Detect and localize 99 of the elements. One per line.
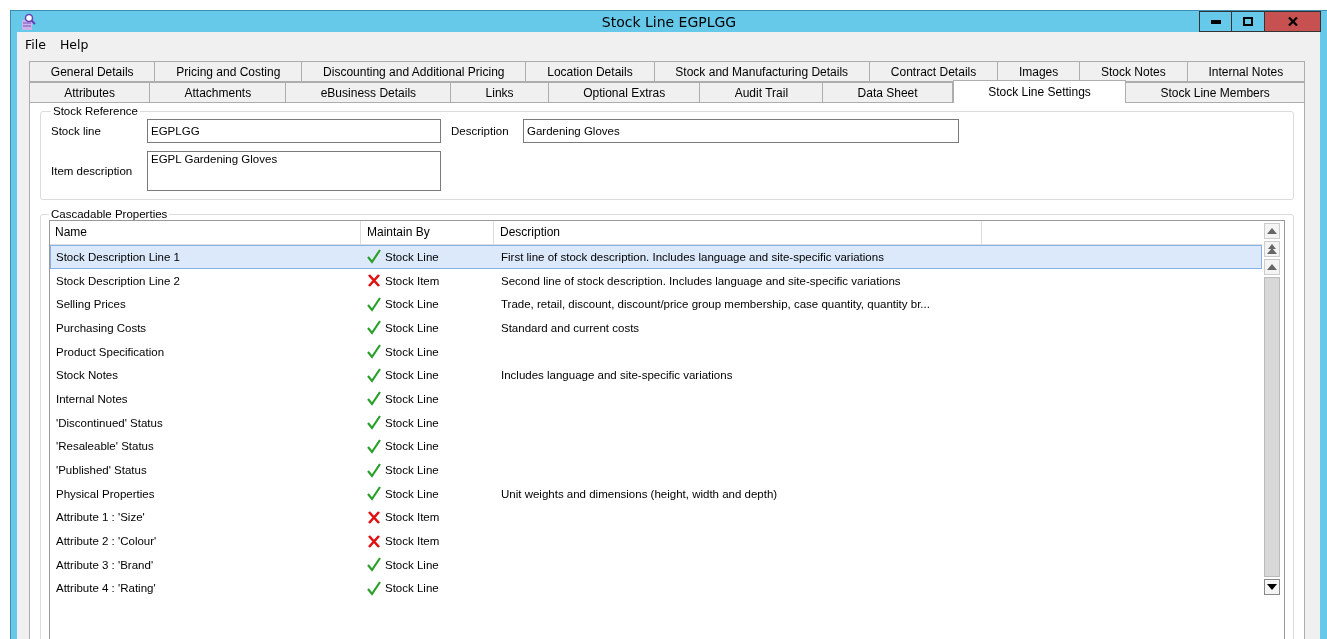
column-header[interactable]: Name	[50, 221, 361, 244]
table-row[interactable]: Product Specification Stock Line	[50, 339, 1262, 364]
table-row[interactable]: Physical Properties Stock Line Unit weights and dimensions (height, width and depth)	[50, 481, 1262, 506]
minimize-button[interactable]	[1199, 11, 1232, 32]
table-row[interactable]: Attribute 4 : 'Rating' Stock Line	[50, 576, 1262, 601]
scrollbar-track[interactable]	[1264, 277, 1280, 577]
table-cell-text: Unit weights and dimensions (height, width and depth)	[500, 487, 778, 500]
input-field[interactable]: Gardening Gloves	[523, 119, 959, 143]
table-row[interactable]: 'Resaleable' Status Stock Line	[50, 434, 1262, 459]
table-cell-text: Stock Description Line 2	[55, 274, 181, 287]
tab[interactable]: Attributes	[29, 82, 151, 103]
table-cell-text: Includes language and site-specific variations	[500, 369, 733, 382]
table-cell: Stock Line	[385, 416, 439, 429]
table-cell-text: 'Discontinued' Status	[55, 416, 164, 429]
scroll-down-button[interactable]	[1264, 579, 1280, 595]
maximize-button[interactable]	[1232, 11, 1265, 32]
table-row[interactable]: Purchasing Costs Stock Line Standard and current costs	[50, 316, 1262, 340]
table-cell-text: Second line of stock description. Includes language and site-specific variations	[500, 274, 901, 287]
column-header[interactable]: Description	[494, 221, 982, 244]
double-up-arrow-icon	[1267, 244, 1277, 254]
table-cell: Stock Line	[385, 440, 439, 453]
table-cell-text: Attribute 4 : 'Rating'	[55, 582, 157, 595]
table-row[interactable]: Stock Description Line 2 Stock Item Second line of stock description. Includes language and site-specific variations	[50, 268, 1262, 293]
table-row[interactable]: Selling Prices Stock Line Trade, retail, discount, discount/price group membership, case quantity, quantity br...	[50, 292, 1262, 317]
field-label: Description	[450, 125, 510, 137]
table-cell-text: Physical Properties	[55, 487, 156, 500]
tab[interactable]: Attachments	[150, 82, 287, 103]
table-cell: Stock Line	[385, 392, 439, 405]
input-field[interactable]: EGPLGG	[147, 119, 441, 143]
table-cell-text: Internal Notes	[55, 392, 129, 405]
tab[interactable]: Links	[451, 82, 549, 103]
close-icon	[1287, 17, 1298, 26]
up-arrow-icon	[1267, 228, 1277, 234]
tab[interactable]: Stock and Manufacturing Details	[654, 61, 870, 82]
table-row[interactable]: Stock Notes Stock Line Includes language and site-specific variations	[50, 363, 1262, 388]
group-title: Cascadable Properties	[50, 208, 169, 220]
tab[interactable]: Optional Extras	[548, 82, 701, 103]
window-title: Stock Line EGPLGG	[601, 13, 737, 30]
tab[interactable]: Internal Notes	[1187, 61, 1305, 82]
table-cell: Stock Line	[385, 321, 439, 334]
tab[interactable]: Audit Trail	[700, 82, 824, 103]
up-arrow-icon	[1267, 264, 1277, 270]
table-cell-text: Stock Description Line 1	[55, 250, 181, 263]
table-cell: Stock Item	[385, 535, 440, 548]
table-row[interactable]: Attribute 3 : 'Brand' Stock Line	[50, 552, 1262, 577]
table-cell-text: 'Published' Status	[55, 464, 148, 477]
tab[interactable]: Pricing and Costing	[155, 61, 303, 82]
close-button[interactable]	[1265, 11, 1321, 32]
table-row[interactable]: Stock Description Line 1 Stock Line First line of stock description. Includes language and site-specific variations	[50, 245, 1262, 269]
field-label: Stock line	[51, 125, 102, 137]
minimize-icon	[1210, 19, 1221, 24]
tab[interactable]: Stock Line Settings	[952, 80, 1127, 103]
table-row[interactable]: 'Published' Status Stock Line	[50, 458, 1262, 482]
scroll-top-button[interactable]	[1264, 241, 1280, 257]
tab[interactable]: Data Sheet	[823, 82, 953, 103]
tab[interactable]: eBusiness Details	[286, 82, 452, 103]
table-row[interactable]: Attribute 2 : 'Colour' Stock Item	[50, 529, 1262, 553]
table-cell-text: Trade, retail, discount, discount/price group membership, case quantity, quantity br...	[500, 298, 930, 311]
tab[interactable]: General Details	[29, 61, 156, 82]
down-arrow-icon	[1267, 584, 1277, 590]
text-area[interactable]: EGPL Gardening Gloves	[147, 151, 441, 191]
table-cell-text: First line of stock description. Includes language and site-specific variations	[500, 250, 884, 263]
table-cell-text: Product Specification	[55, 345, 166, 358]
menu-item[interactable]: File	[25, 37, 46, 52]
column-header[interactable]: Maintain By	[361, 221, 494, 244]
table-row[interactable]: Attribute 1 : 'Size' Stock Item	[50, 505, 1262, 530]
table-row[interactable]: 'Discontinued' Status Stock Line	[50, 410, 1262, 435]
document-magnifier-icon	[21, 12, 37, 31]
field-label: Item description	[51, 165, 134, 177]
table-cell-text: Attribute 3 : 'Brand'	[55, 558, 155, 571]
table-cell-text: 'Resaleable' Status	[55, 440, 155, 453]
table-cell: Stock Line	[385, 298, 439, 311]
table-cell-text: Attribute 1 : 'Size'	[55, 511, 146, 524]
scroll-up-button[interactable]	[1264, 223, 1280, 239]
page-up-button[interactable]	[1264, 259, 1280, 275]
table-cell: Stock Line	[385, 250, 439, 263]
table-cell: Stock Line	[385, 369, 439, 382]
table-cell-text: Selling Prices	[55, 298, 127, 311]
tab[interactable]: Discounting and Additional Pricing	[302, 61, 527, 82]
table-cell-text: Purchasing Costs	[55, 321, 148, 334]
table-cell: Stock Item	[385, 511, 440, 524]
group-title: Stock Reference	[52, 105, 139, 117]
table-cell-text: Attribute 2 : 'Colour'	[55, 535, 158, 548]
tab[interactable]: Stock Line Members	[1126, 82, 1306, 103]
tab[interactable]: Stock Notes	[1080, 61, 1188, 82]
table-cell: Stock Line	[385, 464, 439, 477]
maximize-icon	[1243, 17, 1253, 26]
table-row[interactable]: Internal Notes Stock Line	[50, 387, 1262, 411]
tab[interactable]: Images	[998, 61, 1081, 82]
table-cell-text: Stock Notes	[55, 369, 119, 382]
tab[interactable]: Location Details	[526, 61, 655, 82]
table-cell: Stock Line	[385, 582, 439, 595]
table-cell: Stock Item	[385, 274, 440, 287]
menu-item[interactable]: Help	[59, 37, 89, 52]
table-cell: Stock Line	[385, 345, 439, 358]
table-cell-text: Standard and current costs	[500, 321, 640, 334]
table-cell: Stock Line	[385, 487, 439, 500]
table-cell: Stock Line	[385, 558, 439, 571]
tab[interactable]: Contract Details	[870, 61, 999, 82]
